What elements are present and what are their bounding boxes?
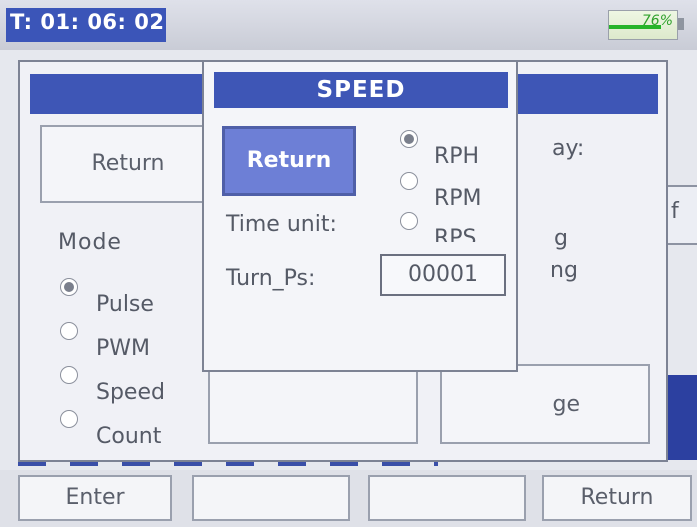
speed-dialog: SPEED Return RPH RPM RPS Time unit: Turn… — [202, 60, 518, 372]
obscured-text: f — [671, 199, 679, 224]
mode-count-label: Count — [96, 424, 162, 449]
return-softkey[interactable]: Return — [542, 475, 692, 521]
time-unit-rps-radio[interactable] — [400, 212, 418, 230]
softkey-2[interactable] — [192, 475, 350, 521]
obscured-button[interactable]: ge — [440, 364, 650, 444]
obscured-text: ng — [550, 258, 578, 283]
softkey-3[interactable] — [368, 475, 526, 521]
mode-label: Mode — [58, 230, 122, 255]
time-unit-rph-radio[interactable] — [400, 130, 418, 148]
mode-count-radio[interactable] — [60, 410, 78, 428]
enter-softkey[interactable]: Enter — [18, 475, 172, 521]
mode-pulse-label: Pulse — [96, 292, 154, 317]
turn-ps-label: Turn_Ps: — [226, 266, 316, 291]
speed-return-button[interactable]: Return — [222, 126, 356, 196]
battery-indicator: 76% — [608, 10, 678, 40]
background-panel-dark — [668, 375, 697, 460]
obscured-button[interactable] — [208, 364, 418, 444]
time-unit-rpm-radio[interactable] — [400, 172, 418, 190]
mode-pwm-radio[interactable] — [60, 322, 78, 340]
time-unit-rpm-label: RPM — [434, 186, 482, 211]
background-panel: f — [665, 185, 697, 245]
battery-percent: 76% — [641, 13, 673, 29]
obscured-text: ge — [552, 392, 581, 417]
obscured-text: ay: — [552, 136, 585, 161]
return-button[interactable]: Return — [40, 125, 216, 203]
turn-ps-input[interactable]: 00001 — [380, 254, 506, 296]
mode-pulse-radio[interactable] — [60, 278, 78, 296]
mode-speed-label: Speed — [96, 380, 165, 405]
mode-pwm-label: PWM — [96, 336, 151, 361]
mode-speed-radio[interactable] — [60, 366, 78, 384]
time-unit-label: Time unit: — [226, 212, 337, 237]
obscured-text: g — [554, 226, 568, 251]
speed-dialog-title: SPEED — [214, 72, 508, 108]
time-unit-rph-label: RPH — [434, 144, 480, 169]
elapsed-timer: T: 01: 06: 02 — [6, 8, 166, 42]
time-unit-rps-label: RPS — [434, 226, 477, 242]
status-bar: T: 01: 06: 02 76% — [0, 0, 697, 50]
battery-tip-icon — [678, 18, 684, 30]
